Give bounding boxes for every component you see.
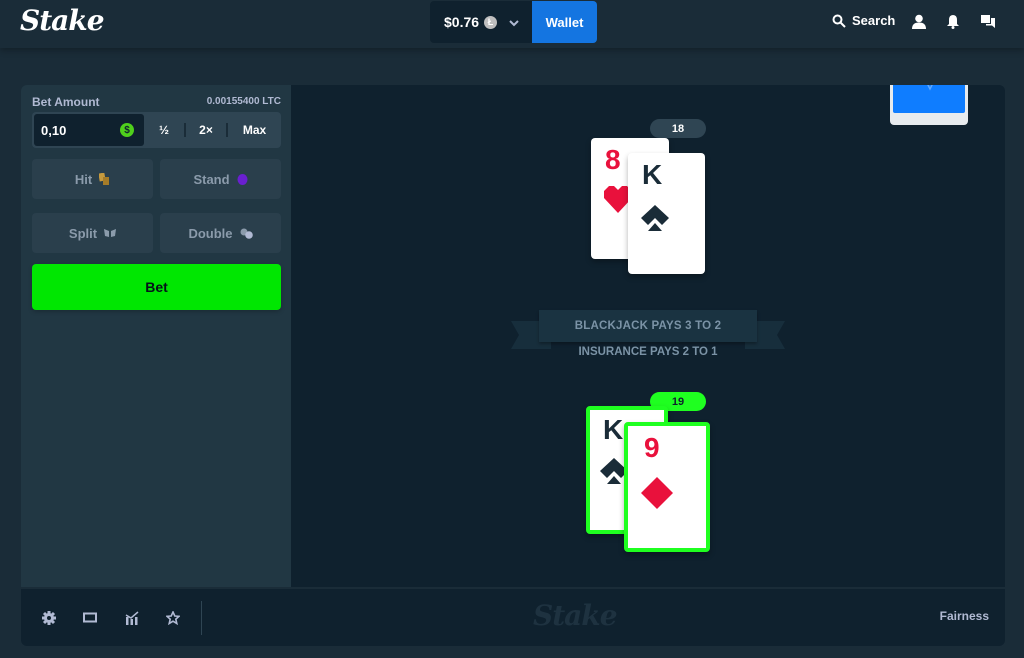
bet-controls-panel: Bet Amount 0.00155400 LTC $ ½ 2× Max Hit… [21, 85, 291, 587]
card-rank: 8 [605, 144, 621, 175]
hit-label: Hit [74, 171, 93, 187]
balance-value: $0.76 [444, 14, 480, 30]
shoe-card-back [893, 85, 965, 113]
stand-label: Stand [193, 171, 230, 187]
settings-icon[interactable] [42, 611, 56, 625]
fairness-button[interactable]: Fairness [940, 609, 989, 623]
dealer-card-2: K [628, 153, 705, 274]
bet-amount-group: $ ½ 2× Max [32, 112, 281, 148]
card-shoe [890, 85, 968, 125]
card-rank: 9 [644, 432, 660, 463]
stake-logo[interactable]: Stake [20, 4, 105, 37]
double-bet-button[interactable]: 2× [186, 112, 226, 148]
split-icon [104, 229, 117, 237]
stand-hand-icon [237, 174, 248, 185]
spades-icon [641, 205, 669, 231]
game-footer: Stake Fairness [21, 589, 1005, 646]
chevron-down-icon [509, 14, 519, 30]
bell-icon[interactable] [947, 14, 959, 29]
half-bet-button[interactable]: ½ [144, 112, 184, 148]
blackjack-payout-banner: BLACKJACK PAYS 3 TO 2 [539, 310, 757, 342]
hit-cards-icon [99, 173, 110, 185]
double-chips-icon [240, 228, 253, 239]
bet-amount-crypto: 0.00155400 LTC [206, 96, 281, 107]
stand-button[interactable]: Stand [160, 159, 281, 199]
double-button[interactable]: Double [160, 213, 281, 253]
dealer-score-badge: 18 [650, 119, 706, 138]
search-button[interactable]: Search [832, 13, 895, 28]
balance-selector[interactable]: $0.76 Ł [430, 1, 532, 43]
card-rank: K [642, 159, 663, 190]
divider [201, 601, 202, 635]
user-icon[interactable] [912, 14, 926, 29]
stats-icon[interactable] [125, 611, 139, 625]
bet-button[interactable]: Bet [32, 264, 281, 310]
card-rank: K [603, 414, 624, 445]
blackjack-table: 18 8 K BLACKJACK PAYS 3 TO 2 INSURANCE P… [291, 85, 1005, 587]
split-button[interactable]: Split [32, 213, 153, 253]
hit-button[interactable]: Hit [32, 159, 153, 199]
diamonds-icon [641, 477, 673, 509]
top-navbar: Stake $0.76 Ł Wallet Search [0, 0, 1024, 48]
dollar-coin-icon: $ [120, 123, 134, 137]
player-card-2: 9 [624, 422, 710, 552]
stake-footer-logo: Stake [533, 599, 618, 632]
split-label: Split [68, 225, 98, 241]
chat-icon[interactable] [981, 14, 995, 29]
theatre-mode-icon[interactable] [83, 612, 97, 623]
max-bet-button[interactable]: Max [228, 112, 281, 148]
litecoin-icon: Ł [484, 15, 498, 29]
wallet-button[interactable]: Wallet [532, 1, 597, 43]
search-icon [832, 14, 846, 28]
search-label: Search [852, 13, 896, 28]
double-label: Double [188, 225, 233, 241]
insurance-payout-text: INSURANCE PAYS 2 TO 1 [578, 346, 718, 358]
bet-amount-label: Bet Amount [32, 95, 100, 109]
favourite-star-icon[interactable] [166, 611, 180, 625]
